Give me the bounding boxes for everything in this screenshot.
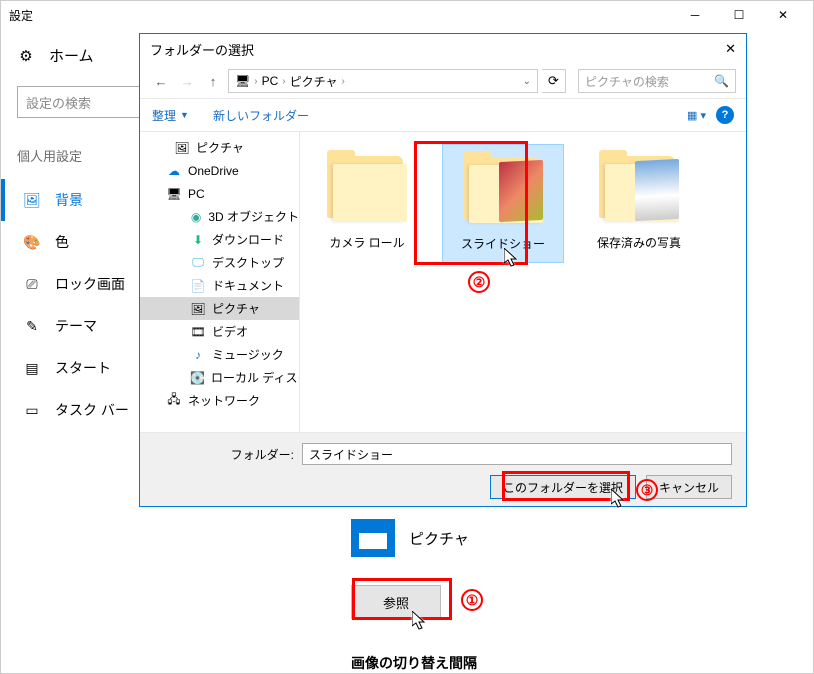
organize-menu[interactable]: 整理 ▼ [152, 107, 189, 124]
dialog-footer: フォルダー: このフォルダーを選択 キャンセル [140, 432, 746, 506]
close-button[interactable]: ✕ [761, 1, 805, 29]
current-folder-panel: ピクチャ [351, 519, 813, 557]
current-folder-label: ピクチャ [409, 528, 469, 549]
chevron-right-icon: › [282, 76, 285, 87]
settings-search[interactable]: 設定の検索 [17, 86, 157, 118]
chevron-right-icon: › [254, 76, 257, 87]
folder-saved-pictures[interactable]: 保存済みの写真 [578, 144, 700, 261]
breadcrumb-pc[interactable]: PC [262, 74, 279, 88]
palette-icon: 🎨 [23, 233, 41, 251]
pictures-icon: 🖼 [174, 140, 190, 156]
lockscreen-icon: ⎚ [23, 275, 41, 293]
tree-item-downloads[interactable]: ⬇ダウンロード [140, 228, 299, 251]
tree-item-onedrive[interactable]: ☁OneDrive [140, 159, 299, 182]
tree-item-desktop[interactable]: 🖵デスクトップ [140, 251, 299, 274]
pc-icon: 🖥 [166, 186, 182, 202]
folder-thumb-icon [351, 519, 395, 557]
disk-icon: 💽 [190, 370, 205, 386]
interval-label: 画像の切り替え間隔 [351, 653, 813, 673]
folder-camera-roll[interactable]: カメラ ロール [306, 144, 428, 261]
maximize-button[interactable]: ☐ [717, 1, 761, 29]
tree-item-3d-objects[interactable]: ◉3D オブジェクト [140, 205, 299, 228]
tree-item-local-disk[interactable]: 💽ローカル ディスク (C [140, 366, 299, 389]
folder-icon [323, 150, 411, 228]
folder-content[interactable]: カメラ ロール スライドショー 保存済みの写真 [300, 132, 746, 432]
tree-item-pc[interactable]: 🖥PC [140, 182, 299, 205]
network-icon: 🖧 [166, 393, 182, 409]
folder-picker-dialog: フォルダーの選択 ✕ ← → ↑ 🖥 › PC › ピクチャ › ⌄ ⟳ ピクチ… [139, 33, 747, 507]
help-icon[interactable]: ? [716, 106, 734, 124]
browse-button[interactable]: 参照 [351, 585, 441, 619]
document-icon: 📄 [190, 278, 206, 294]
chevron-down-icon[interactable]: ⌄ [523, 76, 531, 87]
tree-item-pictures[interactable]: 🖼ピクチャ [140, 136, 299, 159]
folder-icon [459, 151, 547, 229]
new-folder-button[interactable]: 新しいフォルダー [213, 107, 309, 124]
settings-title: 設定 [9, 7, 33, 24]
3d-icon: ◉ [190, 209, 202, 225]
video-icon: 🎞 [190, 324, 206, 340]
onedrive-icon: ☁ [166, 163, 182, 179]
dialog-title: フォルダーの選択 [150, 40, 254, 59]
refresh-button[interactable]: ⟳ [542, 69, 566, 93]
chevron-down-icon: ▼ [180, 110, 189, 120]
picture-icon: 🖼 [23, 191, 41, 209]
tree-item-network[interactable]: 🖧ネットワーク [140, 389, 299, 412]
dialog-toolbar: 整理 ▼ 新しいフォルダー ▦ ▾ ? [140, 98, 746, 132]
breadcrumb[interactable]: 🖥 › PC › ピクチャ › ⌄ [228, 69, 538, 93]
search-placeholder: 設定の検索 [26, 93, 91, 112]
gear-icon: ⚙ [17, 47, 35, 65]
desktop-icon: 🖵 [190, 255, 206, 271]
minimize-button[interactable]: ─ [673, 1, 717, 29]
folder-tree[interactable]: 🖼ピクチャ ☁OneDrive 🖥PC ◉3D オブジェクト ⬇ダウンロード 🖵… [140, 132, 300, 432]
select-folder-button[interactable]: このフォルダーを選択 [490, 475, 636, 499]
dialog-navbar: ← → ↑ 🖥 › PC › ピクチャ › ⌄ ⟳ ピクチャの検索 🔍 [140, 64, 746, 98]
tree-item-videos[interactable]: 🎞ビデオ [140, 320, 299, 343]
music-icon: ♪ [190, 347, 206, 363]
search-icon: 🔍 [714, 74, 729, 88]
folder-field-label: フォルダー: [154, 446, 294, 463]
breadcrumb-pictures[interactable]: ピクチャ [290, 73, 338, 90]
settings-titlebar: 設定 ─ ☐ ✕ [1, 1, 813, 29]
tree-item-music[interactable]: ♪ミュージック [140, 343, 299, 366]
start-icon: ▤ [23, 359, 41, 377]
search-placeholder: ピクチャの検索 [585, 73, 669, 90]
pc-icon: 🖥 [235, 74, 250, 88]
view-menu[interactable]: ▦ ▾ [687, 109, 706, 122]
dialog-search[interactable]: ピクチャの検索 🔍 [578, 69, 736, 93]
chevron-right-icon: › [341, 76, 344, 87]
taskbar-icon: ▭ [23, 401, 41, 419]
tree-item-pictures-sub[interactable]: 🖼ピクチャ [140, 297, 299, 320]
theme-icon: ✎ [23, 317, 41, 335]
folder-name-input[interactable] [302, 443, 732, 465]
back-button[interactable]: ← [150, 70, 172, 92]
tree-item-documents[interactable]: 📄ドキュメント [140, 274, 299, 297]
folder-icon [595, 150, 683, 228]
home-label: ホーム [49, 45, 94, 66]
up-button[interactable]: ↑ [202, 70, 224, 92]
folder-slideshow[interactable]: スライドショー [442, 144, 564, 263]
dialog-titlebar: フォルダーの選択 ✕ [140, 34, 746, 64]
cancel-button[interactable]: キャンセル [646, 475, 732, 499]
forward-button[interactable]: → [176, 70, 198, 92]
pictures-icon: 🖼 [190, 301, 206, 317]
download-icon: ⬇ [190, 232, 206, 248]
dialog-close-button[interactable]: ✕ [725, 41, 736, 57]
